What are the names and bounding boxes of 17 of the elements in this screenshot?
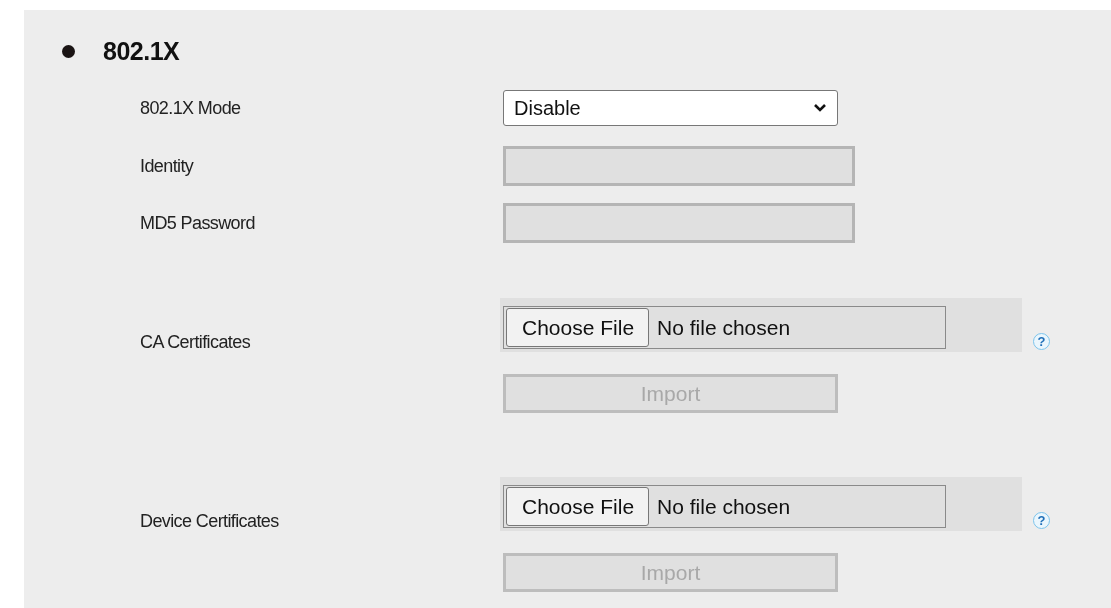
field-label: Device Certificates <box>140 511 280 532</box>
mode-dropdown[interactable]: Disable <box>503 90 838 126</box>
file-status: No file chosen <box>657 494 791 519</box>
bullet-icon <box>62 44 75 58</box>
file-status: No file chosen <box>657 315 791 340</box>
field-label: MD5 Password <box>140 212 256 234</box>
help-icon[interactable]: ? <box>1033 333 1050 350</box>
field-label: 802.1X Mode <box>140 97 242 119</box>
file-input-field[interactable]: Choose File No file chosen <box>503 485 946 528</box>
section-title: 802.1X <box>103 36 180 66</box>
field-label: Identity <box>140 155 195 177</box>
choose-file-button[interactable]: Choose File <box>506 308 650 347</box>
help-icon[interactable]: ? <box>1033 512 1050 529</box>
file-input-field[interactable]: Choose File No file chosen <box>503 306 946 349</box>
choose-file-button[interactable]: Choose File <box>506 487 650 526</box>
caret-icon <box>813 103 827 113</box>
field-label: CA Certificates <box>140 332 252 353</box>
